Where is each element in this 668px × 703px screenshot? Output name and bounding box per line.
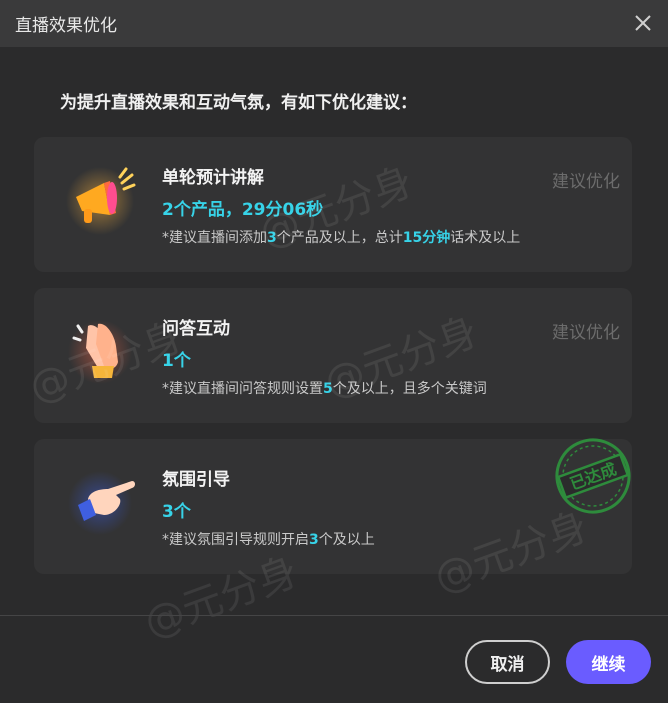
card-hint: *建议直播间问答规则设置5个及以上，且多个关键词 <box>162 381 487 397</box>
card-value: 1个 <box>162 351 191 371</box>
suggestion-card-atmosphere: 氛围引导 3个 *建议氛围引导规则开启3个及以上 已达成 <box>34 438 632 574</box>
card-hint: *建议直播间添加3个产品及以上，总计15分钟话术及以上 <box>162 230 521 246</box>
dialog-title: 直播效果优化 <box>15 16 117 36</box>
clapping-hands-icon <box>68 320 132 384</box>
achieved-stamp: 已达成 <box>555 438 631 514</box>
card-name: 问答互动 <box>162 319 230 339</box>
card-value: 2个产品，29分06秒 <box>162 200 324 220</box>
pointing-hand-icon <box>68 471 135 535</box>
status-badge: 建议优化 <box>552 323 620 343</box>
intro-text: 为提升直播效果和互动气氛，有如下优化建议： <box>60 93 417 113</box>
dialog-header: 直播效果优化 <box>0 0 668 47</box>
card-name: 单轮预计讲解 <box>162 168 264 188</box>
card-hint: *建议氛围引导规则开启3个及以上 <box>162 532 375 548</box>
close-icon[interactable] <box>632 12 654 34</box>
suggestion-card-qa: 问答互动 1个 *建议直播间问答规则设置5个及以上，且多个关键词 建议优化 <box>34 288 632 423</box>
cancel-button[interactable]: 取消 <box>465 640 550 684</box>
card-value: 3个 <box>162 502 191 522</box>
megaphone-icon <box>66 167 136 235</box>
continue-button[interactable]: 继续 <box>566 640 651 684</box>
suggestion-card-explanation: 单轮预计讲解 2个产品，29分06秒 *建议直播间添加3个产品及以上，总计15分… <box>34 137 632 272</box>
footer-divider <box>0 615 668 616</box>
card-name: 氛围引导 <box>162 470 230 490</box>
status-badge: 建议优化 <box>552 172 620 192</box>
